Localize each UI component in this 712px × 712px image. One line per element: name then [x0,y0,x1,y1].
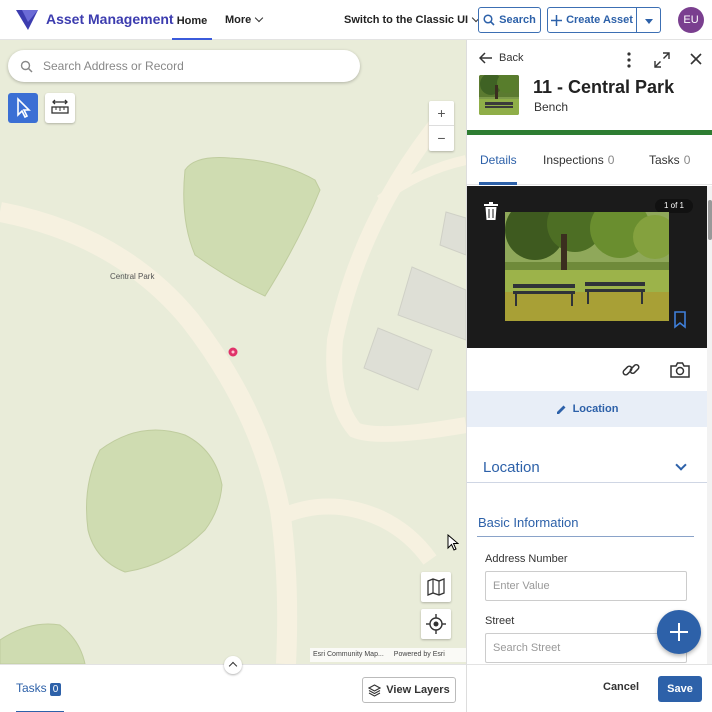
search-icon [20,60,33,73]
view-layers-button[interactable]: View Layers [362,677,456,703]
nav-home-tab[interactable]: Home [172,0,212,40]
record-type: Bench [534,100,569,114]
cancel-button[interactable]: Cancel [603,681,639,693]
address-number-label: Address Number [485,553,568,565]
tasks-count-badge: 0 [49,683,62,696]
expand-icon[interactable] [654,52,670,68]
user-avatar[interactable]: EU [678,7,704,33]
panel-scrollbar[interactable] [707,186,712,664]
create-asset-label: Create Asset [566,14,633,26]
create-asset-dropdown[interactable] [637,7,661,33]
tab-tasks-label: Tasks [649,153,680,167]
pencil-icon [556,405,566,414]
tasks-tab[interactable]: Tasks 0 [16,681,62,696]
map-basemap-graphics [0,40,466,664]
powered-by-esri[interactable]: Powered by Esri [394,651,445,658]
crosshair-locate-icon [426,614,446,634]
back-label: Back [499,52,524,64]
record-details-panel: Back 11 - Central Park Bench Details Ins… [466,40,712,712]
photo-actions [467,348,707,392]
view-layers-label: View Layers [386,684,450,696]
record-thumbnail [479,75,519,115]
basic-information-title: Basic Information [478,515,579,530]
map-search-placeholder: Search Address or Record [43,59,184,73]
layers-icon [368,683,382,697]
asset-photo[interactable] [505,212,669,321]
plus-icon [551,14,563,26]
back-button[interactable]: Back [479,52,523,64]
tab-inspections-label: Inspections [543,153,604,167]
tab-tasks-count: 0 [683,153,691,167]
photo-counter: 1 of 1 [655,199,693,213]
record-tabs: Details Inspections 0 Tasks 0 [467,135,712,185]
tab-inspections[interactable]: Inspections 0 [543,153,614,167]
close-icon[interactable] [689,52,703,66]
chevron-down-icon [675,459,687,471]
link-icon[interactable] [621,360,641,380]
street-search-input[interactable]: Search Street [485,633,687,663]
more-options-icon[interactable] [625,51,633,69]
tab-details[interactable]: Details [480,153,517,167]
record-title: 11 - Central Park [533,77,675,97]
tab-inspections-count: 0 [607,153,615,167]
switch-classic-label: Switch to the Classic UI [344,14,469,26]
ruler-measure-icon [51,99,69,114]
select-tool-button[interactable] [8,93,38,123]
location-section-title: Location [483,459,540,476]
zoom-out-button[interactable]: − [429,126,454,151]
nav-more-menu[interactable]: More [225,13,264,26]
tab-tasks[interactable]: Tasks 0 [649,153,690,167]
create-asset-button[interactable]: Create Asset [547,7,637,33]
add-fab-button[interactable] [657,610,701,654]
search-icon [483,14,495,26]
map-view[interactable]: Search Address or Record + − Central Par… [0,40,466,664]
bottom-bar: Tasks 0 View Layers [0,656,466,712]
mouse-cursor-icon [447,534,459,551]
zoom-in-button[interactable]: + [429,101,454,126]
map-icon [427,578,445,596]
search-button[interactable]: Search [478,7,541,33]
collapse-panel-button[interactable] [224,656,242,674]
scrollbar-thumb[interactable] [708,200,712,240]
photo-viewer: 1 of 1 [467,186,707,348]
trash-icon[interactable] [483,202,499,220]
tasks-tab-label: Tasks [16,681,47,695]
attribution-text: Esri Community Map... [313,651,384,658]
bookmark-icon[interactable] [673,311,687,329]
panel-footer: Cancel Save [467,664,712,712]
active-tab-indicator [479,182,517,185]
street-label: Street [485,615,515,627]
arrow-left-icon [479,52,492,64]
basic-information-header: Basic Information [477,502,694,537]
map-attribution[interactable]: Esri Community Map... Powered by Esri [310,648,466,662]
address-number-input[interactable]: Enter Value [485,571,687,601]
app-title[interactable]: Asset Management [46,11,174,27]
camera-icon[interactable] [669,360,691,380]
locate-me-button[interactable] [421,609,451,639]
edit-location-label: Location [572,403,619,415]
app-logo-icon [16,10,38,30]
basemap-button[interactable] [421,572,451,602]
search-button-label: Search [499,14,536,26]
tab-details-label: Details [480,153,517,167]
nav-more-label: More [225,14,252,26]
top-bar: Asset Management Home More Switch to the… [0,0,712,40]
measure-tool-button[interactable] [45,93,75,123]
switch-classic-ui[interactable]: Switch to the Classic UI [344,13,481,26]
cursor-arrow-icon [17,97,31,119]
save-button[interactable]: Save [658,676,702,702]
edit-location-button[interactable]: Location [467,391,707,427]
location-section-header[interactable]: Location [467,451,707,483]
map-search-input[interactable]: Search Address or Record [8,50,360,82]
chevron-down-icon [255,13,264,23]
map-place-label: Central Park [110,272,155,281]
zoom-controls: + − [429,101,454,151]
